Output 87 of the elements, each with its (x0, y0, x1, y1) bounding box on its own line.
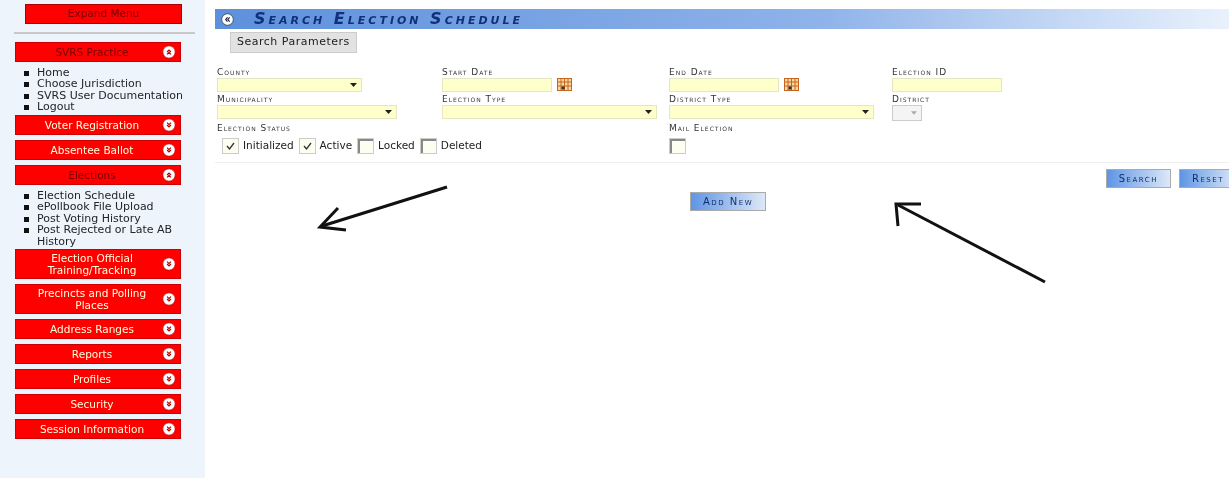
bullet-icon (24, 205, 29, 211)
section-label: Security (69, 398, 115, 411)
menu-section-header[interactable]: Voter Registration (15, 114, 181, 135)
menu-link[interactable]: SVRS User Documentation (37, 89, 183, 102)
text-field[interactable] (892, 77, 1002, 92)
menu-section-header[interactable]: Address Ranges (15, 319, 181, 340)
field-label: Election ID (892, 66, 949, 78)
checkbox[interactable] (357, 137, 375, 154)
expand-icon[interactable] (162, 372, 176, 387)
expand-icon[interactable] (162, 292, 176, 307)
section-label: Election Official Training/Tracking (46, 252, 138, 277)
page-title: Search Election Schedule (254, 9, 524, 29)
field-label: End Date (669, 66, 714, 78)
section-label: Elections (67, 168, 117, 181)
menu-link[interactable]: Post Voting History (37, 212, 141, 225)
menu-link[interactable]: Home (37, 66, 70, 79)
menu-link[interactable]: Post Rejected or Late AB History (37, 224, 185, 248)
caret-icon (645, 109, 652, 114)
bullet-icon (24, 93, 29, 99)
caret-icon (385, 109, 392, 114)
bullet-icon (24, 228, 29, 234)
menu-link[interactable]: Choose Jurisdiction (37, 78, 142, 90)
field-label: Mail Election (669, 122, 735, 134)
collapse-sidebar-icon[interactable] (221, 12, 234, 26)
checkbox[interactable] (298, 137, 316, 154)
field-label: District (892, 93, 931, 105)
field-label: Start Date (442, 66, 495, 78)
bullet-icon (24, 70, 29, 76)
bullet-icon (24, 193, 29, 199)
checkbox[interactable] (222, 137, 239, 154)
menu-section-header[interactable]: Precincts and Polling Places (15, 284, 181, 315)
collapse-icon[interactable] (162, 167, 176, 182)
collapse-icon[interactable] (162, 44, 176, 59)
bullet-icon (24, 105, 29, 111)
field-label: Election Status (217, 122, 292, 134)
menu-section-header[interactable]: Profiles (15, 369, 181, 390)
field-label: District Type (669, 93, 733, 105)
add-new-button[interactable]: Add New (690, 191, 767, 211)
checkbox[interactable] (419, 137, 437, 154)
expand-icon[interactable] (162, 397, 176, 412)
menu-section-header[interactable]: Absentee Ballot (15, 139, 181, 160)
expand-icon[interactable] (162, 117, 176, 132)
date-field[interactable] (442, 77, 552, 92)
calendar-icon[interactable] (784, 78, 799, 91)
menu-section-header[interactable]: Reports (15, 344, 181, 365)
field-label: County (217, 66, 252, 78)
expand-icon[interactable] (162, 347, 176, 362)
expand-menu-button[interactable]: Expand Menu (25, 4, 182, 24)
action-button[interactable]: Reset (1179, 168, 1229, 188)
menu-link[interactable]: Logout (37, 101, 75, 113)
checkbox[interactable] (669, 137, 686, 154)
caret-icon (350, 82, 357, 87)
section-label: Profiles (71, 373, 113, 386)
menu-section-header[interactable]: Security (15, 394, 181, 415)
expand-icon[interactable] (162, 142, 176, 157)
action-button[interactable]: Search (1105, 168, 1171, 188)
section-label: SVRS Practice (54, 45, 130, 58)
menu-link[interactable]: Election Schedule (37, 189, 135, 202)
expand-icon[interactable] (162, 257, 176, 272)
bullet-icon (24, 216, 29, 222)
menu-section-header[interactable]: SVRS Practice (15, 41, 181, 62)
menu-section-header[interactable]: Elections (15, 164, 181, 185)
caret-icon (911, 110, 917, 115)
checkbox-label: Initialized (243, 137, 294, 153)
caret-icon (862, 109, 869, 114)
menu-link[interactable]: ePollbook File Upload (37, 201, 154, 213)
section-label: Address Ranges (49, 323, 135, 336)
menu-section-header[interactable]: Election Official Training/Tracking (15, 249, 181, 280)
checkbox-label: Locked (378, 137, 415, 153)
check-icon (302, 141, 312, 150)
calendar-icon[interactable] (557, 78, 572, 91)
section-label: Absentee Ballot (49, 143, 135, 156)
expand-icon[interactable] (162, 422, 176, 437)
field-label: Municipality (217, 93, 275, 105)
section-label: Precincts and Polling Places (36, 287, 148, 312)
field-label: Election Type (442, 93, 508, 105)
section-label: Voter Registration (43, 118, 141, 131)
section-label: Session Information (38, 423, 146, 436)
checkbox-label: Active (319, 137, 353, 153)
bullet-icon (24, 82, 29, 88)
date-field[interactable] (669, 77, 779, 92)
menu-section-header[interactable]: Session Information (15, 419, 181, 440)
expand-icon[interactable] (162, 322, 176, 337)
section-tab[interactable]: Search Parameters (230, 32, 357, 53)
section-label: Reports (70, 348, 114, 361)
checkbox-label: Deleted (440, 137, 482, 153)
check-icon (226, 141, 235, 150)
